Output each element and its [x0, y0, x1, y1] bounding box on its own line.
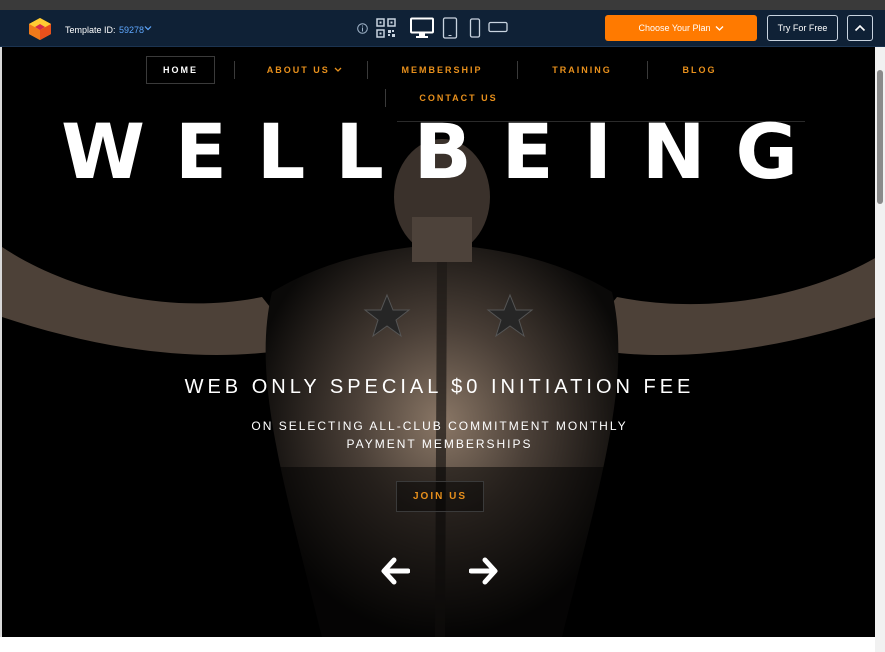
try-for-free-button[interactable]: Try For Free — [767, 15, 838, 41]
nav-contact-us[interactable]: CONTACT US — [407, 93, 510, 103]
logo-icon[interactable] — [27, 16, 53, 42]
collapse-toolbar-button[interactable] — [847, 15, 873, 41]
join-us-button[interactable]: JOIN US — [396, 481, 484, 512]
hero-subtext-line-2: PAYMENT MEMBERSHIPS — [346, 437, 533, 451]
nav-divider — [647, 61, 648, 79]
nav-about-us-label: ABOUT US — [266, 65, 330, 75]
nav-membership[interactable]: MEMBERSHIP — [382, 65, 502, 75]
chevron-down-icon[interactable] — [144, 24, 152, 32]
template-id-label: Template ID: — [65, 25, 116, 35]
tablet-icon[interactable] — [442, 17, 458, 39]
scrollbar-thumb[interactable] — [877, 70, 883, 204]
chevron-up-icon — [854, 24, 866, 32]
qr-code-icon[interactable] — [376, 18, 396, 38]
nav-divider — [517, 61, 518, 79]
nav-training[interactable]: TRAINING — [537, 65, 627, 75]
demo-toolbar: Template ID: 59278 Choose Your Plan Try … — [0, 10, 885, 47]
arrow-left-icon[interactable] — [380, 557, 410, 585]
hero-offer-heading: WEB ONLY SPECIAL $0 INITIATION FEE — [184, 376, 695, 398]
nav-blog[interactable]: BLOG — [667, 65, 732, 75]
template-id-value[interactable]: 59278 — [119, 25, 144, 35]
nav-divider — [385, 89, 386, 107]
browser-top-strip — [0, 0, 885, 10]
hero-subtext-line-1: ON SELECTING ALL-CLUB COMMITMENT MONTHLY — [251, 419, 628, 433]
mobile-icon[interactable] — [469, 18, 481, 38]
hero-title: WELLBEING — [61, 107, 828, 196]
choose-plan-button[interactable]: Choose Your Plan — [605, 15, 757, 41]
page-content-start — [0, 637, 875, 652]
chevron-down-icon — [334, 67, 342, 72]
nav-about-us[interactable]: ABOUT US — [252, 65, 357, 75]
info-icon[interactable] — [357, 23, 368, 34]
arrow-right-icon[interactable] — [469, 557, 499, 585]
mobile-landscape-icon[interactable] — [488, 20, 508, 34]
site-preview: HOME ABOUT US MEMBERSHIP TRAINING BLOG C… — [0, 47, 875, 637]
nav-home[interactable]: HOME — [146, 56, 215, 84]
nav-divider — [234, 61, 235, 79]
chevron-down-icon — [715, 25, 723, 31]
choose-plan-label: Choose Your Plan — [638, 23, 711, 33]
nav-divider — [367, 61, 368, 79]
try-for-free-label: Try For Free — [777, 23, 828, 33]
desktop-icon[interactable] — [410, 17, 434, 39]
